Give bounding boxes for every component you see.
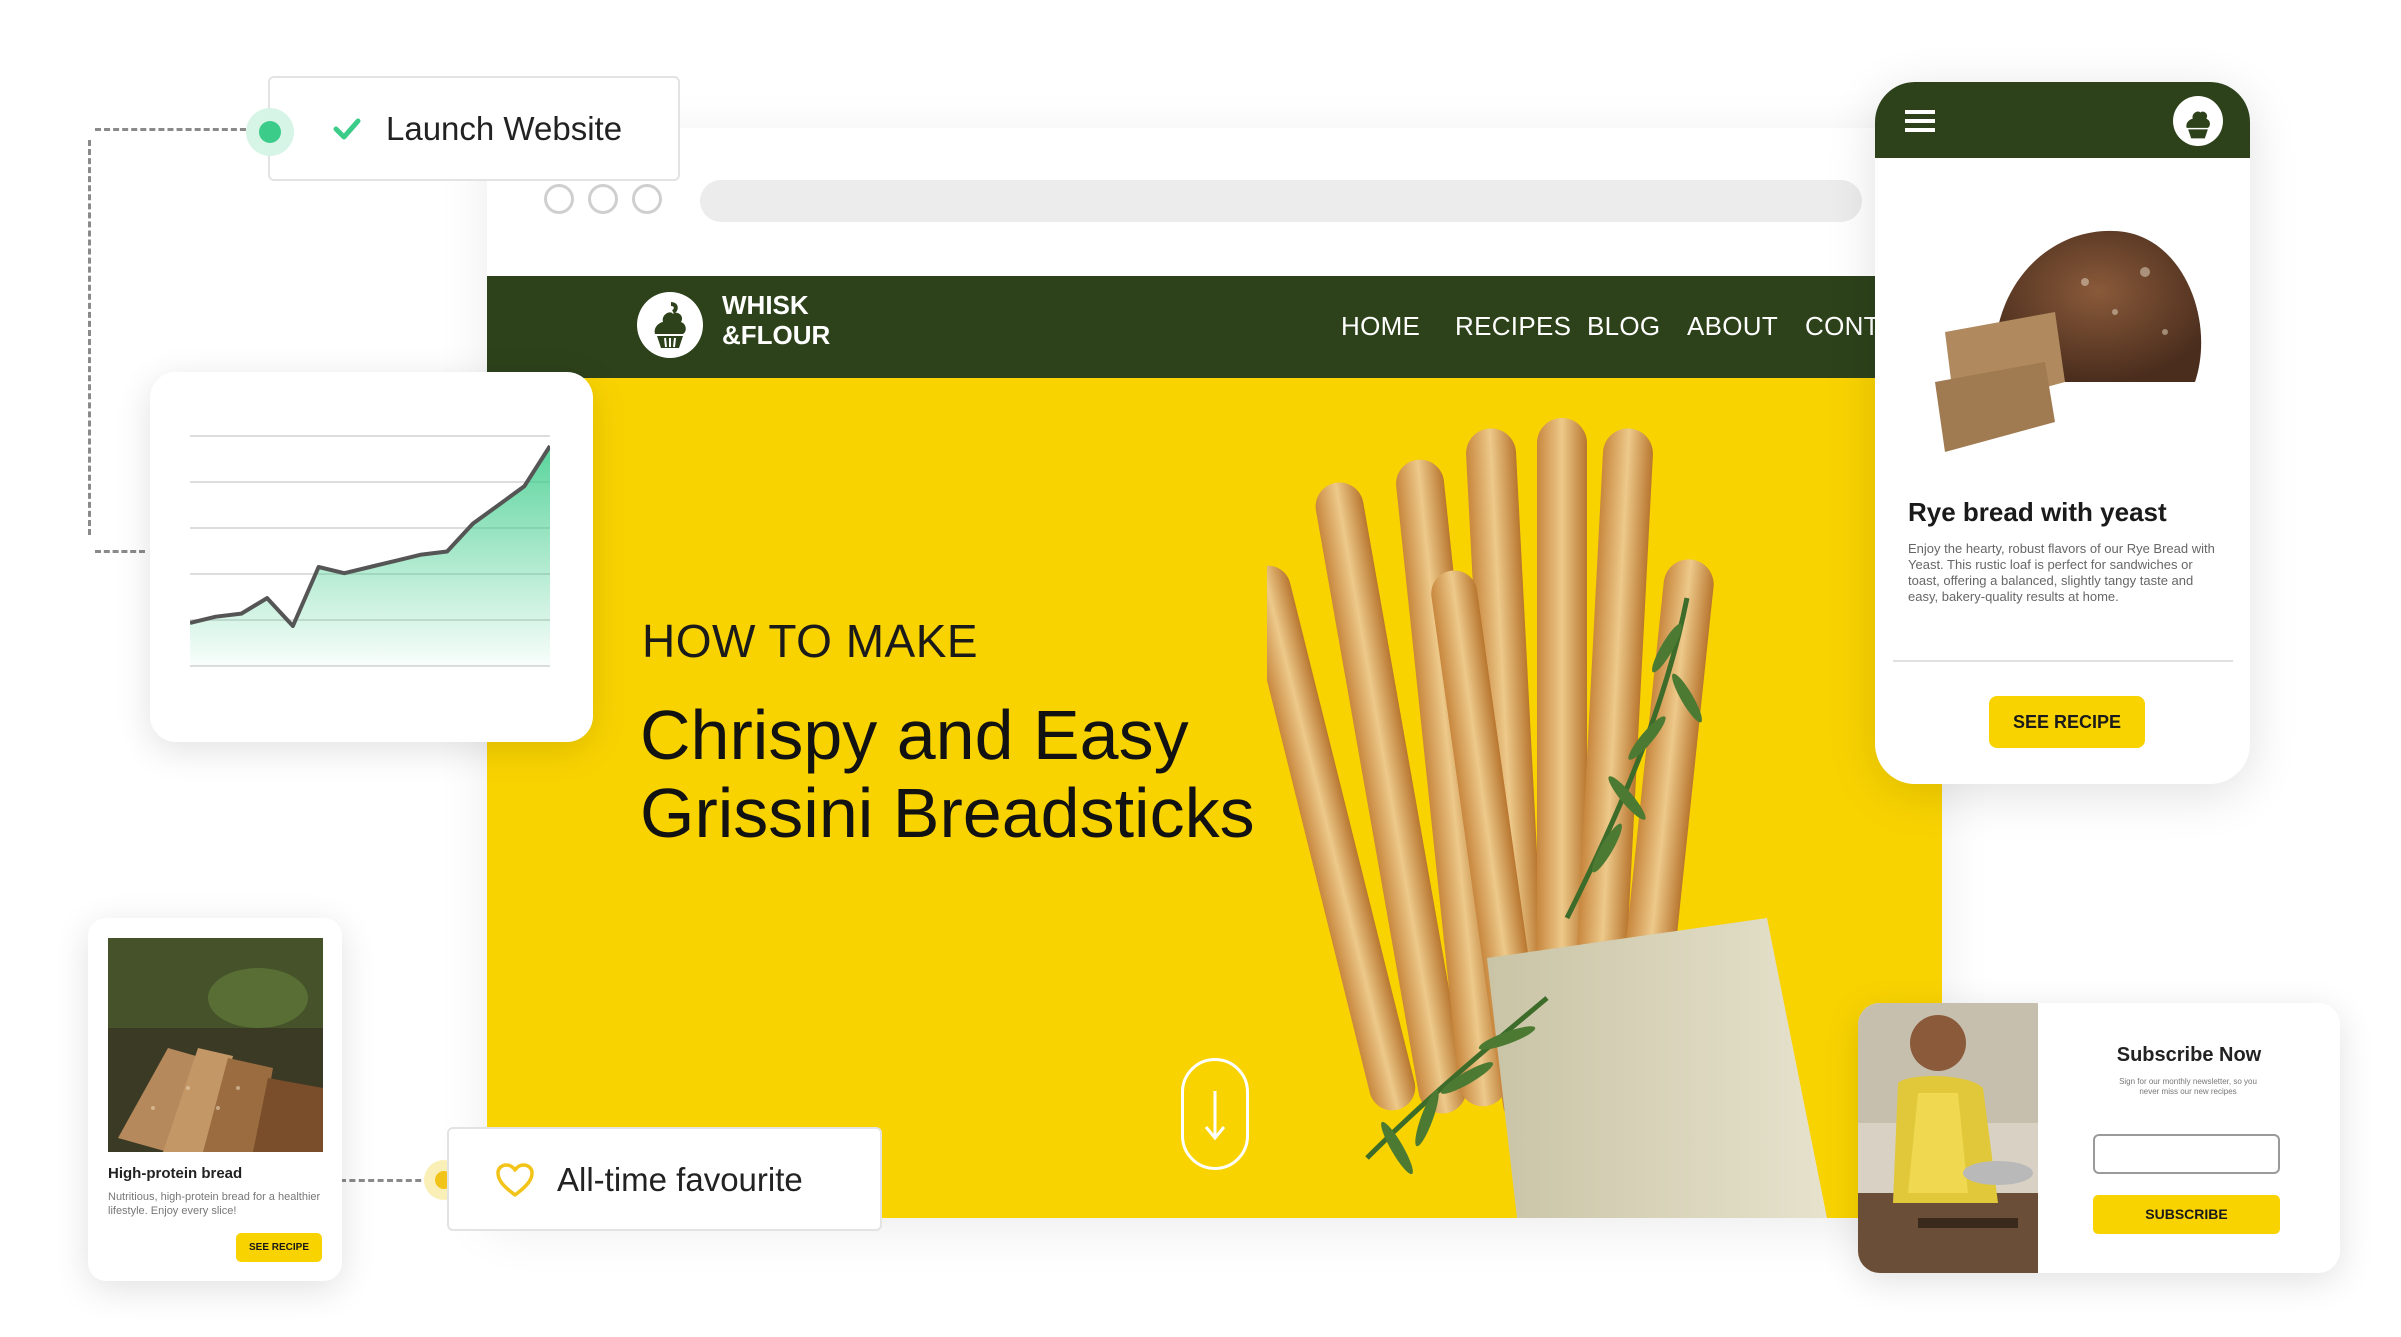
- window-control-dot[interactable]: [588, 184, 618, 214]
- connector-line: [88, 140, 91, 535]
- mini-see-recipe-button[interactable]: SEE RECIPE: [236, 1233, 322, 1262]
- hero-kicker: HOW TO MAKE: [642, 615, 979, 667]
- subscribe-card: Subscribe Now Sign for our monthly newsl…: [1858, 1003, 2340, 1273]
- phone-recipe-description: Enjoy the hearty, robust flavors of our …: [1908, 541, 2215, 604]
- timeline-node: [246, 108, 294, 156]
- phone-mockup: Rye bread with yeast Enjoy the hearty, r…: [1875, 82, 2250, 784]
- address-bar[interactable]: [700, 180, 1862, 222]
- breadsticks-image: [1267, 418, 1827, 1218]
- see-recipe-button[interactable]: SEE RECIPE: [1989, 696, 2145, 748]
- cupcake-logo-icon[interactable]: [2173, 96, 2223, 146]
- phone-header: [1875, 82, 2250, 158]
- baker-woman-image: [1858, 1003, 2038, 1273]
- growth-trend-chart: [190, 435, 550, 667]
- trend-area: [190, 446, 550, 666]
- mini-card-description: Nutritious, high-protein bread for a hea…: [108, 1191, 321, 1217]
- launch-website-card[interactable]: Launch Website: [268, 76, 680, 181]
- phone-recipe-title: Rye bread with yeast: [1908, 497, 2167, 527]
- nav-contact[interactable]: CONTA: [1805, 311, 1877, 342]
- arrow-down-icon: [1204, 1091, 1226, 1141]
- nav-blog[interactable]: BLOG: [1587, 311, 1660, 342]
- connector-line: [95, 128, 255, 131]
- mini-card-title: High-protein bread: [108, 1165, 243, 1182]
- nav-home[interactable]: HOME: [1341, 311, 1420, 342]
- connector-line: [95, 550, 145, 553]
- rye-bread-image: [1935, 230, 2202, 452]
- site-header: WHISK &FLOUR HOME RECIPES BLOG ABOUT CON…: [487, 276, 1942, 378]
- heart-icon: [496, 1163, 534, 1197]
- nav-recipes[interactable]: RECIPES: [1455, 311, 1571, 342]
- cupcake-logo-icon[interactable]: [637, 292, 703, 358]
- scroll-down-button[interactable]: [1181, 1058, 1249, 1170]
- hero-title-line-1: Chrispy and Easy: [640, 696, 1189, 774]
- hamburger-menu-icon[interactable]: [1905, 108, 1935, 134]
- all-time-favourite-card[interactable]: All-time favourite: [447, 1127, 882, 1231]
- window-control-dot[interactable]: [544, 184, 574, 214]
- phone-divider: [1893, 660, 2233, 662]
- browser-chrome: [487, 128, 1942, 276]
- high-protein-bread-image: [108, 938, 323, 1152]
- launch-website-label: Launch Website: [386, 110, 623, 147]
- hero-section: HOW TO MAKE Chrispy and Easy Grissini Br…: [487, 378, 1942, 1218]
- subscribe-email-input[interactable]: [2093, 1134, 2280, 1174]
- nav-about[interactable]: ABOUT: [1687, 311, 1778, 342]
- mini-recipe-card: High-protein bread Nutritious, high-prot…: [88, 918, 342, 1281]
- check-icon: [333, 118, 361, 140]
- hero-title-line-2: Grissini Breadsticks: [640, 774, 1255, 852]
- brand-line-2: &FLOUR: [722, 320, 831, 350]
- brand-line-1: WHISK: [722, 290, 809, 320]
- hero-title: Chrispy and Easy Grissini Breadsticks: [640, 696, 1255, 852]
- subscribe-title: Subscribe Now: [2116, 1044, 2262, 1066]
- brand-name[interactable]: WHISK &FLOUR: [722, 290, 830, 350]
- subscribe-description: Sign for our monthly newsletter, so you …: [2119, 1077, 2257, 1096]
- subscribe-button[interactable]: SUBSCRIBE: [2093, 1195, 2280, 1234]
- growth-chart-card: [150, 372, 593, 742]
- window-control-dot[interactable]: [632, 184, 662, 214]
- browser-window: WHISK &FLOUR HOME RECIPES BLOG ABOUT CON…: [487, 128, 1942, 1218]
- all-time-favourite-label: All-time favourite: [557, 1161, 803, 1198]
